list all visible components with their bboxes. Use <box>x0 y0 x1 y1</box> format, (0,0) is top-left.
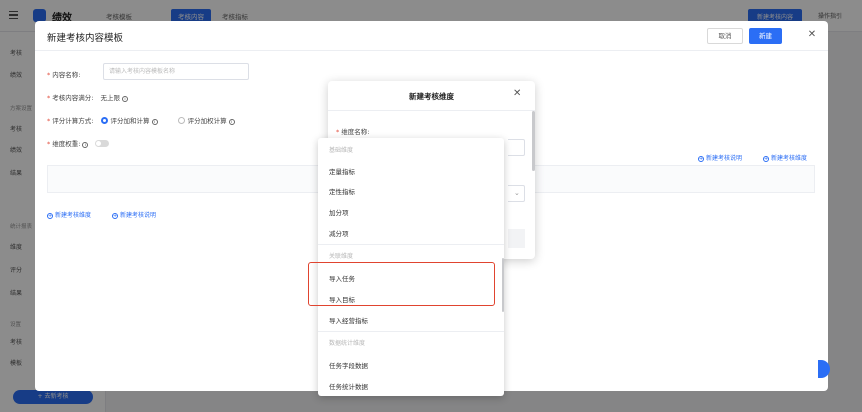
dropdown-option-task-stats[interactable]: 任务统计数据 <box>329 381 368 391</box>
plus-icon: + <box>112 213 118 219</box>
radio-weighted[interactable] <box>177 117 185 124</box>
full-score-row: * 考核内容满分: 无上限 i <box>47 92 129 102</box>
dropdown-option-import-business[interactable]: 导入经营指标 <box>329 315 368 325</box>
content-name-label-text: 内容名称: <box>52 71 81 79</box>
add-description-link-text: 新建考核说明 <box>120 212 157 219</box>
dropdown-option-task-field[interactable]: 任务字段数据 <box>329 360 368 370</box>
add-dimension-link[interactable]: + 新建考核维度 <box>47 210 91 219</box>
plus-icon: + <box>47 213 53 219</box>
dimension-name-label: * 维度名称: <box>336 128 370 136</box>
dropdown-group-label: 数据统计维度 <box>329 340 366 347</box>
dialog-title: 新建考核内容模板 <box>47 33 124 44</box>
dimension-dialog-title: 新建考核维度 <box>409 92 454 101</box>
plus-icon: + <box>763 156 769 162</box>
radio-weighted-label: 评分加权计算 <box>187 117 227 125</box>
add-dimension-link-right[interactable]: + 新建考核维度 <box>763 153 807 162</box>
close-icon[interactable]: ✕ <box>804 27 820 43</box>
add-description-link-right[interactable]: + 新建考核说明 <box>698 153 742 162</box>
full-score-value: 无上限 <box>100 94 121 102</box>
dropdown-option-qualitative[interactable]: 定性指标 <box>329 186 355 196</box>
calc-method-row: * 评分计算方式: 评分加和计算 i 评分加权计算 i <box>47 115 235 125</box>
dropdown-separator <box>318 331 504 332</box>
dropdown-group-label: 关联维度 <box>329 253 354 260</box>
dimension-weight-label: 维度权重: <box>52 140 81 148</box>
dropdown-group-label: 基础维度 <box>329 147 354 154</box>
dropdown-separator <box>318 244 504 245</box>
info-icon[interactable]: i <box>228 119 235 125</box>
add-dimension-link-right-text: 新建考核维度 <box>771 155 808 162</box>
dialog-scrollbar[interactable] <box>532 111 535 171</box>
content-name-label: * 内容名称: <box>47 71 81 79</box>
plus-icon: + <box>698 156 704 162</box>
cancel-button[interactable]: 取消 <box>707 28 743 44</box>
close-icon[interactable]: ✕ <box>513 88 521 99</box>
dimension-weight-row: * 维度权重: i <box>47 138 109 148</box>
dimension-name-label-text: 维度名称: <box>341 128 370 136</box>
create-button[interactable]: 新建 <box>749 28 782 44</box>
dropdown-option-bonus[interactable]: 加分项 <box>329 207 349 217</box>
add-description-link-right-text: 新建考核说明 <box>706 155 743 162</box>
highlight-annotation-box <box>308 262 495 306</box>
content-name-input[interactable] <box>103 63 249 80</box>
dialog-header: 新建考核内容模板 取消 新建 ✕ <box>35 21 828 51</box>
dimension-name-input[interactable] <box>508 139 525 156</box>
add-dimension-link-text: 新建考核维度 <box>55 212 92 219</box>
dropdown-option-deduction[interactable]: 减分项 <box>329 228 349 238</box>
dropdown-scrollbar[interactable] <box>502 258 504 312</box>
dialog-divider <box>328 110 535 111</box>
info-icon[interactable]: i <box>151 119 158 125</box>
dimension-gray-field <box>508 229 525 248</box>
dimension-weight-toggle[interactable] <box>94 140 109 147</box>
add-description-link[interactable]: + 新建考核说明 <box>112 210 156 219</box>
calc-method-label: 评分计算方式: <box>52 117 94 125</box>
info-icon[interactable]: i <box>122 96 129 102</box>
dropdown-option-quantitative[interactable]: 定量指标 <box>329 166 355 176</box>
radio-sum-label: 评分加和计算 <box>110 117 150 125</box>
radio-sum[interactable] <box>100 117 108 124</box>
full-score-label: 考核内容满分: <box>52 94 94 102</box>
radio-sum-option[interactable]: 评分加和计算 i <box>100 117 158 125</box>
radio-weighted-option[interactable]: 评分加权计算 i <box>177 117 235 125</box>
info-icon[interactable]: i <box>82 142 89 148</box>
chevron-down-icon[interactable]: ⌄ <box>514 189 520 197</box>
